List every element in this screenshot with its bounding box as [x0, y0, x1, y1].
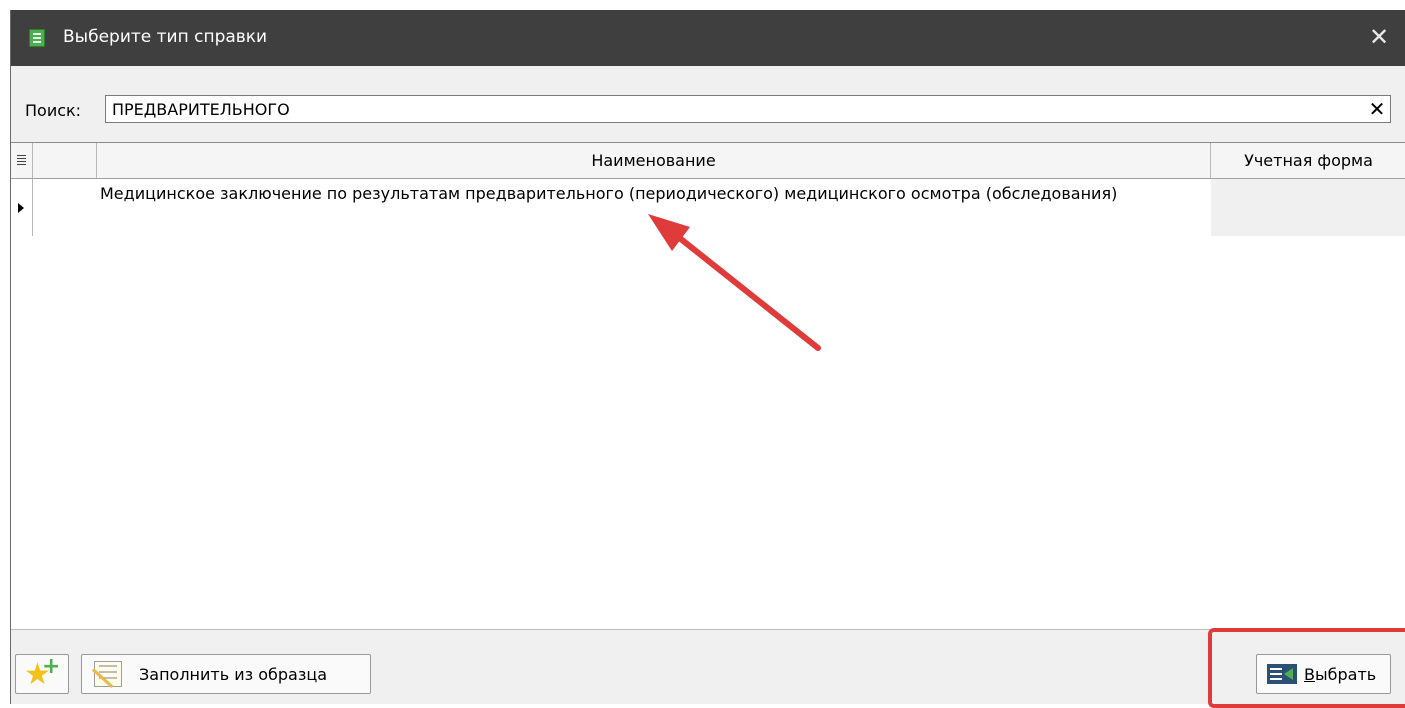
column-header-form[interactable]: Учетная форма — [1211, 143, 1405, 178]
row-cell-form[interactable] — [1211, 179, 1405, 236]
grid-header: Наименование Учетная форма — [11, 143, 1405, 179]
footer-toolbar: ★ + Заполнить из образца Выбрать — [11, 630, 1405, 704]
row-cell-blank[interactable] — [33, 179, 97, 236]
column-header-blank[interactable] — [33, 143, 97, 178]
select-list-icon — [1267, 664, 1297, 684]
window-title: Выберите тип справки — [63, 27, 268, 47]
table-row[interactable]: Медицинское заключение по результатам пр… — [11, 179, 1405, 236]
close-icon[interactable]: ✕ — [1364, 22, 1394, 52]
row-cell-name[interactable]: Медицинское заключение по результатам пр… — [97, 179, 1211, 236]
search-bar: Поиск: ✕ — [11, 66, 1405, 142]
search-input[interactable] — [105, 95, 1391, 123]
search-label: Поиск: — [25, 101, 82, 120]
app-icon — [29, 29, 45, 47]
add-new-button[interactable]: ★ + — [15, 654, 69, 694]
dialog-window: Выберите тип справки ✕ Поиск: ✕ Наименов… — [10, 10, 1405, 704]
column-header-name[interactable]: Наименование — [97, 143, 1211, 178]
clear-search-icon[interactable]: ✕ — [1366, 98, 1388, 120]
results-grid: Наименование Учетная форма Медицинское з… — [11, 142, 1405, 630]
document-pencil-icon — [94, 661, 122, 687]
select-button[interactable]: Выбрать — [1256, 654, 1391, 694]
select-button-label: Выбрать — [1304, 665, 1377, 684]
current-row-arrow-icon — [18, 203, 24, 213]
fill-from-template-label: Заполнить из образца — [139, 665, 328, 684]
title-bar: Выберите тип справки ✕ — [11, 10, 1405, 66]
row-indicator — [11, 179, 33, 236]
column-menu-icon — [17, 155, 26, 166]
plus-icon: + — [42, 654, 61, 679]
column-chooser-button[interactable] — [11, 143, 33, 178]
fill-from-template-button[interactable]: Заполнить из образца — [81, 654, 371, 694]
